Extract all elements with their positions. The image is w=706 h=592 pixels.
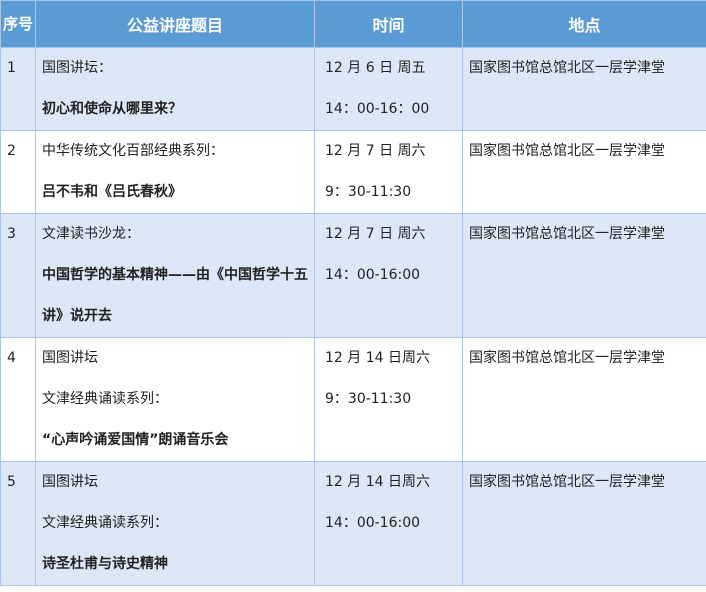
- lecture-title-cell: 中华传统文化百部经典系列： 吕不韦和《吕氏春秋》: [35, 130, 315, 214]
- table-row: 5 国图讲坛文津经典诵读系列： 诗圣杜甫与诗史精神 12 月 14 日周六 14：00-…: [0, 461, 706, 586]
- lecture-title: 初心和使命从哪里来？: [42, 101, 182, 117]
- lecture-time-cell: 12 月 14 日周六 14：00-16:00: [314, 461, 463, 586]
- row-number: 3: [0, 213, 36, 338]
- row-number: 5: [0, 461, 36, 586]
- header-row: 序号 公益讲座题目 时间 地点: [0, 0, 706, 48]
- lecture-series: 文津经典诵读系列：: [42, 391, 168, 407]
- lecture-series: 文津经典诵读系列：: [42, 515, 168, 531]
- lecture-place: 国家图书馆总馆北区一层学津堂: [469, 226, 665, 242]
- row-number: 1: [0, 47, 36, 131]
- lecture-place: 国家图书馆总馆北区一层学津堂: [469, 474, 665, 490]
- row-number: 4: [0, 337, 36, 462]
- header-time: 时间: [314, 0, 463, 48]
- table-row: 1 国图讲坛： 初心和使命从哪里来？ 12 月 6 日 周五 14：00-16：00 国家…: [0, 47, 706, 131]
- lecture-time-cell: 12 月 7 日 周六 14：00-16:00: [314, 213, 463, 338]
- lecture-title-cell: 国图讲坛文津经典诵读系列： 诗圣杜甫与诗史精神: [35, 461, 315, 586]
- lecture-series: 国图讲坛: [42, 474, 98, 490]
- table-row: 4 国图讲坛文津经典诵读系列： “心声吟诵爱国情”朗诵音乐会 12 月 14 日周六 9…: [0, 337, 706, 462]
- lecture-place-cell: 国家图书馆总馆北区一层学津堂: [462, 47, 706, 131]
- lecture-time-cell: 12 月 14 日周六 9：30-11:30: [314, 337, 463, 462]
- lecture-title-cell: 文津读书沙龙： 中国哲学的基本精神——由《中国哲学十五讲》说开去: [35, 213, 315, 338]
- lecture-place-cell: 国家图书馆总馆北区一层学津堂: [462, 130, 706, 214]
- header-no: 序号: [0, 0, 36, 48]
- lecture-series: 文津读书沙龙：: [42, 226, 140, 242]
- header-place: 地点: [462, 0, 706, 48]
- lecture-title-cell: 国图讲坛文津经典诵读系列： “心声吟诵爱国情”朗诵音乐会: [35, 337, 315, 462]
- lecture-place: 国家图书馆总馆北区一层学津堂: [469, 60, 665, 76]
- lecture-place-cell: 国家图书馆总馆北区一层学津堂: [462, 461, 706, 586]
- lecture-date: 12 月 14 日周六: [325, 474, 430, 490]
- lecture-place: 国家图书馆总馆北区一层学津堂: [469, 350, 665, 366]
- lecture-title: 中国哲学的基本精神——由《中国哲学十五讲》说开去: [42, 267, 308, 324]
- lecture-title: “心声吟诵爱国情”朗诵音乐会: [42, 432, 229, 448]
- lecture-time-cell: 12 月 7 日 周六 9：30-11:30: [314, 130, 463, 214]
- lecture-date: 12 月 14 日周六: [325, 350, 430, 366]
- lecture-schedule-table: 序号 公益讲座题目 时间 地点 1 国图讲坛： 初心和使命从哪里来？ 12 月 6 日…: [0, 0, 706, 586]
- lecture-hours: 14：00-16:00: [325, 267, 421, 283]
- lecture-hours: 14：00-16：00: [325, 101, 430, 117]
- lecture-hours: 9：30-11:30: [325, 391, 412, 407]
- table-row: 3 文津读书沙龙： 中国哲学的基本精神——由《中国哲学十五讲》说开去 12 月 7 日…: [0, 213, 706, 338]
- lecture-date: 12 月 6 日 周五: [325, 60, 426, 76]
- lecture-series: 国图讲坛：: [42, 60, 112, 76]
- lecture-place: 国家图书馆总馆北区一层学津堂: [469, 143, 665, 159]
- lecture-title-cell: 国图讲坛： 初心和使命从哪里来？: [35, 47, 315, 131]
- row-number: 2: [0, 130, 36, 214]
- lecture-title: 吕不韦和《吕氏春秋》: [42, 184, 182, 200]
- lecture-place-cell: 国家图书馆总馆北区一层学津堂: [462, 337, 706, 462]
- lecture-hours: 9：30-11:30: [325, 184, 412, 200]
- lecture-series: 中华传统文化百部经典系列：: [42, 143, 224, 159]
- table-row: 2 中华传统文化百部经典系列： 吕不韦和《吕氏春秋》 12 月 7 日 周六 9：30-…: [0, 130, 706, 214]
- lecture-place-cell: 国家图书馆总馆北区一层学津堂: [462, 213, 706, 338]
- lecture-hours: 14：00-16:00: [325, 515, 421, 531]
- lecture-date: 12 月 7 日 周六: [325, 226, 426, 242]
- lecture-series: 国图讲坛: [42, 350, 98, 366]
- lecture-date: 12 月 7 日 周六: [325, 143, 426, 159]
- lecture-title: 诗圣杜甫与诗史精神: [42, 556, 168, 572]
- lecture-time-cell: 12 月 6 日 周五 14：00-16：00: [314, 47, 463, 131]
- header-title: 公益讲座题目: [35, 0, 315, 48]
